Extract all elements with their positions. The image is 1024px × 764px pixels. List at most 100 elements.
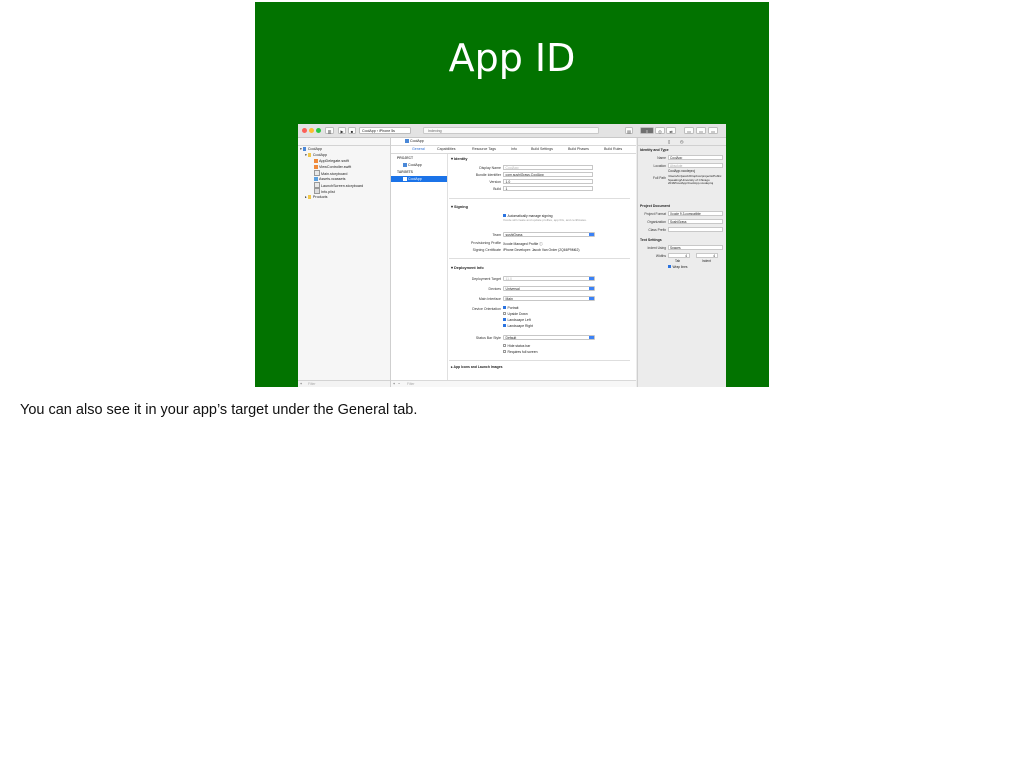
checkbox-unchecked-icon — [503, 350, 506, 354]
file-inspector-icon[interactable]: ▯ — [668, 139, 670, 144]
navigator-bar — [298, 138, 390, 146]
editor-tabs: General Capabilities Resource Tags Info … — [391, 146, 636, 154]
landscape-right-checkbox[interactable]: Landscape Right — [503, 324, 533, 328]
nav-item-group[interactable]: ▸ Products — [305, 194, 327, 200]
remove-target-icon[interactable]: − — [398, 381, 400, 387]
inspector-bar: ▯ ◷ — [638, 138, 726, 146]
devices-label: Devices — [488, 287, 501, 291]
debug-toggle-icon[interactable]: ▭ — [696, 126, 706, 134]
editor: CoolApp General Capabilities Resource Ta… — [391, 138, 636, 387]
divider — [449, 360, 630, 361]
activity-status: Indexing — [428, 128, 442, 133]
portrait-checkbox[interactable]: Portrait — [503, 306, 518, 310]
team-label: Team — [492, 233, 501, 237]
profile-value: Xcode Managed Profile ⓘ — [503, 242, 543, 246]
info-icon[interactable]: ⓘ — [539, 242, 542, 246]
sidebar-toggle-icon[interactable]: ▥ — [325, 126, 334, 134]
editor-filter[interactable]: + − Filter — [391, 380, 636, 387]
bundle-id-field[interactable]: com.sushiGrass.CoolApp — [503, 172, 593, 177]
wrap-lines-checkbox[interactable]: Wrap lines — [668, 265, 688, 269]
signing-section-title[interactable]: ▾ Signing — [451, 204, 468, 209]
deployment-target-popup[interactable]: 11.0 — [503, 276, 595, 281]
indent-width-field[interactable]: 4 — [696, 253, 718, 258]
checkbox-unchecked-icon — [503, 344, 506, 348]
team-popup[interactable]: sushiGrass — [503, 232, 595, 237]
checkbox-checked-icon — [503, 318, 506, 322]
checkbox-checked-icon — [503, 214, 506, 218]
breadcrumb: CoolApp — [410, 139, 424, 143]
hide-status-bar-checkbox[interactable]: Hide status bar — [503, 344, 530, 348]
zoom-window-icon[interactable] — [316, 128, 321, 133]
tab-info[interactable]: Info — [511, 146, 517, 153]
project-format-popup[interactable]: Xcode 9.3-compatible — [668, 211, 723, 216]
upside-down-checkbox[interactable]: Upside Down — [503, 312, 528, 316]
landscape-left-checkbox[interactable]: Landscape Left — [503, 318, 531, 322]
target-item[interactable]: CoolApp — [391, 176, 447, 182]
class-prefix-field[interactable] — [668, 227, 723, 232]
assistant-editor-icon[interactable]: ◎ — [655, 126, 665, 134]
inspector-toggle-icon[interactable]: ▭ — [708, 126, 718, 134]
add-icon[interactable]: + — [300, 381, 302, 387]
tab-capabilities[interactable]: Capabilities — [437, 146, 456, 153]
run-button[interactable]: ▶ — [338, 126, 346, 134]
deployment-section-title[interactable]: ▾ Deployment Info — [451, 265, 484, 270]
targets-header: TARGETS — [397, 170, 413, 174]
main-interface-popup[interactable]: Main — [503, 296, 595, 301]
popup-arrow-icon — [589, 336, 594, 339]
scheme-selector[interactable]: CoolApp › iPhone 5s — [359, 126, 411, 134]
close-window-icon[interactable] — [302, 128, 307, 133]
tab-build-rules[interactable]: Build Rules — [604, 146, 622, 153]
help-inspector-icon[interactable]: ◷ — [680, 139, 684, 144]
cert-label: Signing Certificate — [472, 248, 501, 252]
scheme-name: CoolApp — [362, 128, 376, 133]
status-bar-popup[interactable]: Default — [503, 335, 595, 340]
indent-using-popup[interactable]: Spaces — [668, 245, 723, 250]
checkbox-unchecked-icon — [503, 312, 506, 316]
app-icons-section-title[interactable]: ▸ App Icons and Launch Images — [451, 365, 503, 369]
device-name: iPhone 5s — [379, 128, 395, 133]
devices-popup[interactable]: Universal — [503, 286, 595, 291]
version-editor-icon[interactable]: ⇄ — [666, 126, 676, 134]
minimize-window-icon[interactable] — [309, 128, 314, 133]
location-popup[interactable]: Absolute — [668, 163, 723, 168]
display-name-label: Display Name — [479, 166, 501, 170]
tab-width-field[interactable]: 4 — [668, 253, 690, 258]
display-name-field[interactable]: CoolApp — [503, 165, 593, 170]
project-header: PROJECT — [397, 156, 414, 160]
organization-label: Organization — [647, 220, 666, 224]
build-field[interactable]: 1 — [503, 186, 593, 191]
tab-resource-tags[interactable]: Resource Tags — [472, 146, 496, 153]
name-field[interactable]: CoolApp — [668, 155, 723, 160]
add-target-icon[interactable]: + — [393, 381, 395, 387]
identity-section-title[interactable]: ▾ Identity — [451, 156, 467, 161]
deployment-target-label: Deployment Target — [471, 277, 501, 281]
tab-general[interactable]: General — [412, 146, 425, 153]
jump-bar[interactable]: CoolApp — [391, 138, 636, 146]
project-format-label: Project Format — [644, 212, 666, 216]
library-icon[interactable]: ▤ — [625, 126, 633, 134]
widths-label: Widths — [655, 254, 666, 258]
stop-button[interactable]: ■ — [348, 126, 356, 134]
project-icon — [405, 139, 409, 143]
tab-build-phases[interactable]: Build Phases — [568, 146, 589, 153]
project-item[interactable]: CoolApp — [391, 162, 447, 168]
tab-build-settings[interactable]: Build Settings — [531, 146, 553, 153]
folder-icon — [307, 195, 312, 199]
swift-file-icon — [314, 159, 318, 163]
standard-editor-icon[interactable]: ≡ — [640, 126, 654, 134]
checkbox-checked-icon — [668, 265, 671, 269]
divider — [449, 258, 630, 259]
divider — [449, 198, 630, 199]
slide-caption: You can also see it in your app’s target… — [20, 402, 418, 418]
status-bar-label: Status Bar Style — [475, 336, 501, 340]
organization-field[interactable]: SushiGrass — [668, 219, 723, 224]
project-document-header: Project Document — [640, 204, 670, 208]
navigator-filter[interactable]: + Filter — [298, 380, 390, 387]
profile-label: Provisioning Profile — [471, 241, 501, 245]
popup-arrow-icon — [589, 233, 594, 236]
toolbar: ▥ ▶ ■ CoolApp › iPhone 5s Indexing ▤ ≡ ◎… — [298, 124, 726, 138]
navigator-toggle-icon[interactable]: ▭ — [684, 126, 694, 134]
indent-caption: Indent — [702, 259, 711, 263]
version-field[interactable]: 1.0 — [503, 179, 593, 184]
requires-full-screen-checkbox[interactable]: Requires full screen — [503, 350, 537, 354]
